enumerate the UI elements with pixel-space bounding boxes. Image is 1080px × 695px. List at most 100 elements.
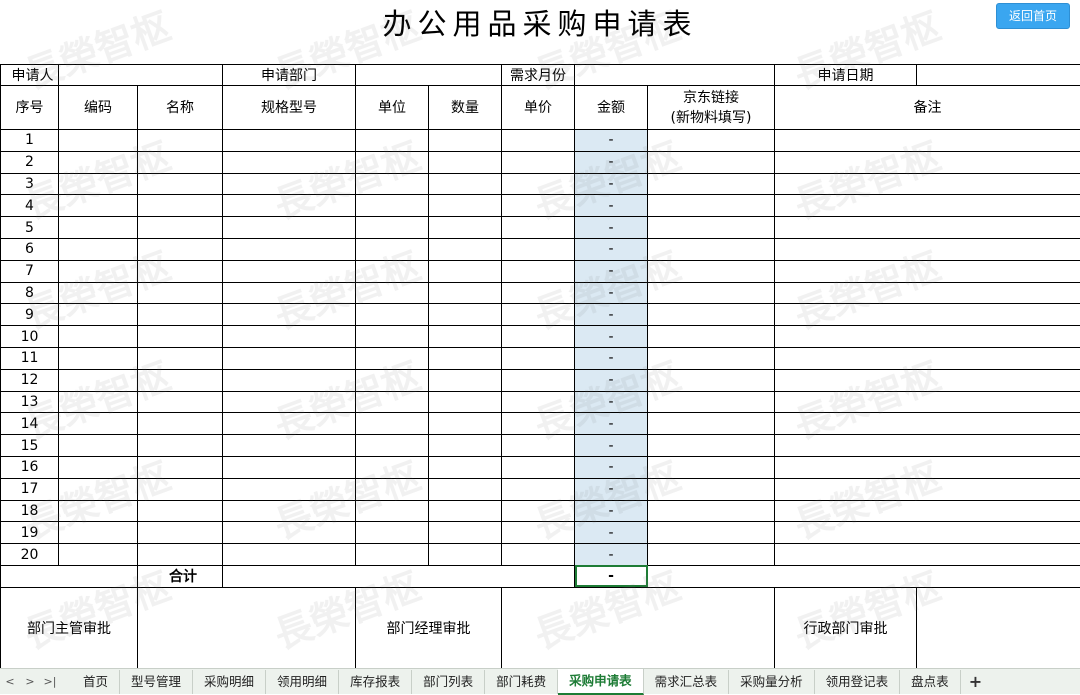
- row-code-cell[interactable]: [59, 195, 138, 217]
- row-unit-cell[interactable]: [356, 304, 429, 326]
- row-seq[interactable]: 10: [1, 326, 59, 348]
- row-qty-cell[interactable]: [429, 260, 502, 282]
- applicant-value-cell[interactable]: [59, 65, 223, 86]
- row-amount[interactable]: -: [575, 130, 648, 152]
- row-jd-link-cell[interactable]: [648, 478, 775, 500]
- row-seq[interactable]: 15: [1, 435, 59, 457]
- row-amount[interactable]: -: [575, 500, 648, 522]
- row-code-cell[interactable]: [59, 326, 138, 348]
- row-remark-cell[interactable]: [775, 195, 1080, 217]
- total-blank-cell-2[interactable]: [223, 565, 575, 587]
- row-qty-cell[interactable]: [429, 130, 502, 152]
- row-amount[interactable]: -: [575, 217, 648, 239]
- row-code-cell[interactable]: [59, 151, 138, 173]
- row-jd-link-cell[interactable]: [648, 304, 775, 326]
- row-remark-cell[interactable]: [775, 151, 1080, 173]
- row-name-cell[interactable]: [138, 282, 223, 304]
- row-price-cell[interactable]: [502, 260, 575, 282]
- row-price-cell[interactable]: [502, 500, 575, 522]
- row-code-cell[interactable]: [59, 304, 138, 326]
- row-unit-cell[interactable]: [356, 326, 429, 348]
- row-name-cell[interactable]: [138, 326, 223, 348]
- tab-0[interactable]: 首页: [72, 670, 120, 694]
- row-seq[interactable]: 20: [1, 544, 59, 566]
- row-code-cell[interactable]: [59, 478, 138, 500]
- row-price-cell[interactable]: [502, 173, 575, 195]
- row-unit-cell[interactable]: [356, 544, 429, 566]
- row-unit-cell[interactable]: [356, 369, 429, 391]
- row-code-cell[interactable]: [59, 238, 138, 260]
- row-remark-cell[interactable]: [775, 304, 1080, 326]
- row-amount[interactable]: -: [575, 478, 648, 500]
- row-price-cell[interactable]: [502, 544, 575, 566]
- row-price-cell[interactable]: [502, 478, 575, 500]
- row-qty-cell[interactable]: [429, 304, 502, 326]
- row-amount[interactable]: -: [575, 435, 648, 457]
- row-name-cell[interactable]: [138, 478, 223, 500]
- row-code-cell[interactable]: [59, 282, 138, 304]
- row-amount[interactable]: -: [575, 456, 648, 478]
- row-spec-cell[interactable]: [223, 173, 356, 195]
- row-unit-cell[interactable]: [356, 391, 429, 413]
- tab-7[interactable]: 采购申请表: [558, 669, 644, 695]
- row-jd-link-cell[interactable]: [648, 238, 775, 260]
- row-seq[interactable]: 19: [1, 522, 59, 544]
- row-amount[interactable]: -: [575, 391, 648, 413]
- row-qty-cell[interactable]: [429, 369, 502, 391]
- admin-dept-approval-cell[interactable]: [917, 587, 1080, 668]
- row-price-cell[interactable]: [502, 369, 575, 391]
- row-jd-link-cell[interactable]: [648, 347, 775, 369]
- row-spec-cell[interactable]: [223, 391, 356, 413]
- row-unit-cell[interactable]: [356, 130, 429, 152]
- row-qty-cell[interactable]: [429, 478, 502, 500]
- row-name-cell[interactable]: [138, 260, 223, 282]
- row-remark-cell[interactable]: [775, 500, 1080, 522]
- row-remark-cell[interactable]: [775, 435, 1080, 457]
- row-price-cell[interactable]: [502, 238, 575, 260]
- row-price-cell[interactable]: [502, 413, 575, 435]
- row-remark-cell[interactable]: [775, 413, 1080, 435]
- row-jd-link-cell[interactable]: [648, 369, 775, 391]
- row-price-cell[interactable]: [502, 151, 575, 173]
- row-jd-link-cell[interactable]: [648, 217, 775, 239]
- row-price-cell[interactable]: [502, 217, 575, 239]
- row-code-cell[interactable]: [59, 544, 138, 566]
- row-price-cell[interactable]: [502, 304, 575, 326]
- row-name-cell[interactable]: [138, 347, 223, 369]
- row-code-cell[interactable]: [59, 413, 138, 435]
- row-price-cell[interactable]: [502, 326, 575, 348]
- row-price-cell[interactable]: [502, 522, 575, 544]
- row-unit-cell[interactable]: [356, 413, 429, 435]
- row-amount[interactable]: -: [575, 238, 648, 260]
- tab-10[interactable]: 领用登记表: [815, 670, 901, 694]
- row-amount[interactable]: -: [575, 369, 648, 391]
- row-qty-cell[interactable]: [429, 522, 502, 544]
- row-amount[interactable]: -: [575, 195, 648, 217]
- row-name-cell[interactable]: [138, 391, 223, 413]
- row-qty-cell[interactable]: [429, 413, 502, 435]
- row-name-cell[interactable]: [138, 435, 223, 457]
- row-name-cell[interactable]: [138, 456, 223, 478]
- row-qty-cell[interactable]: [429, 326, 502, 348]
- row-spec-cell[interactable]: [223, 151, 356, 173]
- add-sheet-button[interactable]: +: [961, 672, 990, 691]
- row-spec-cell[interactable]: [223, 195, 356, 217]
- row-jd-link-cell[interactable]: [648, 435, 775, 457]
- row-seq[interactable]: 16: [1, 456, 59, 478]
- row-jd-link-cell[interactable]: [648, 130, 775, 152]
- row-jd-link-cell[interactable]: [648, 173, 775, 195]
- tab-prev-button[interactable]: <: [0, 675, 20, 688]
- row-spec-cell[interactable]: [223, 544, 356, 566]
- row-name-cell[interactable]: [138, 217, 223, 239]
- row-unit-cell[interactable]: [356, 456, 429, 478]
- row-jd-link-cell[interactable]: [648, 391, 775, 413]
- row-code-cell[interactable]: [59, 260, 138, 282]
- row-remark-cell[interactable]: [775, 544, 1080, 566]
- row-seq[interactable]: 12: [1, 369, 59, 391]
- row-spec-cell[interactable]: [223, 500, 356, 522]
- total-amount[interactable]: -: [575, 565, 648, 587]
- row-spec-cell[interactable]: [223, 282, 356, 304]
- row-amount[interactable]: -: [575, 260, 648, 282]
- row-seq[interactable]: 1: [1, 130, 59, 152]
- row-jd-link-cell[interactable]: [648, 544, 775, 566]
